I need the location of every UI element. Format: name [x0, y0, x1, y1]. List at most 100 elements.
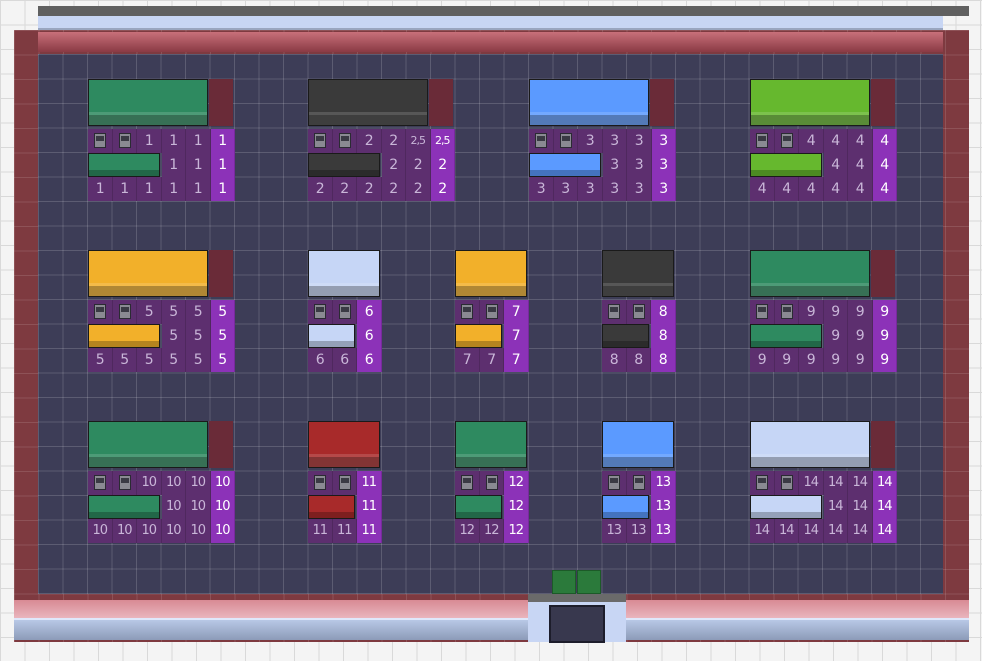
desk-board[interactable] [308, 324, 355, 348]
whiteboard[interactable] [308, 79, 428, 126]
tile-label[interactable]: 11 [357, 495, 382, 519]
tile-label[interactable]: 9 [774, 348, 799, 372]
tile-label[interactable]: 5 [161, 324, 186, 348]
tile-label[interactable]: 5 [137, 300, 162, 324]
tile-label[interactable]: 3 [627, 177, 652, 201]
tile-label[interactable]: 3 [578, 177, 603, 201]
tile-label[interactable]: 1 [137, 177, 162, 201]
tile-label[interactable]: 4 [848, 129, 873, 153]
tile-label[interactable]: 14 [823, 519, 848, 543]
tile-label[interactable]: 7 [479, 348, 504, 372]
tile-label[interactable]: 1 [161, 153, 186, 177]
tile-label[interactable]: 2 [406, 177, 431, 201]
tile-label[interactable]: 14 [848, 519, 873, 543]
tile-label[interactable]: 2 [308, 177, 333, 201]
desk-board[interactable] [750, 324, 822, 348]
tile-label[interactable]: 5 [186, 348, 211, 372]
tile-label[interactable]: 12 [479, 519, 504, 543]
door-mat-tile[interactable] [577, 570, 601, 594]
tile-label[interactable]: 14 [774, 519, 799, 543]
tile-label[interactable]: 11 [308, 519, 333, 543]
tile-label[interactable]: 5 [210, 324, 235, 348]
tile-label[interactable]: 10 [161, 471, 186, 495]
whiteboard[interactable] [602, 421, 674, 468]
chair-icon[interactable] [479, 300, 504, 324]
tile-label[interactable]: 2,5 [430, 129, 455, 153]
tile-label[interactable]: 2 [381, 153, 406, 177]
tile-label[interactable]: 7 [455, 348, 480, 372]
tile-label[interactable]: 4 [823, 153, 848, 177]
tile-label[interactable]: 3 [602, 177, 627, 201]
chair-icon[interactable] [774, 129, 799, 153]
tile-label[interactable]: 11 [357, 519, 382, 543]
tile-label[interactable]: 14 [823, 471, 848, 495]
tile-label[interactable]: 3 [651, 153, 676, 177]
tile-label[interactable]: 2 [381, 129, 406, 153]
tile-label[interactable]: 1 [210, 177, 235, 201]
tile-label[interactable]: 10 [88, 519, 113, 543]
tile-label[interactable]: 4 [872, 177, 897, 201]
tile-label[interactable]: 14 [799, 519, 824, 543]
tile-label[interactable]: 9 [872, 300, 897, 324]
tile-label[interactable]: 6 [357, 324, 382, 348]
tile-label[interactable]: 10 [186, 519, 211, 543]
tile-label[interactable]: 2 [332, 177, 357, 201]
desk-board[interactable] [455, 324, 502, 348]
tile-label[interactable]: 13 [626, 519, 651, 543]
desk-board[interactable] [455, 495, 502, 519]
tile-label[interactable]: 9 [823, 348, 848, 372]
tile-label[interactable]: 2 [406, 153, 431, 177]
tile-label[interactable]: 6 [357, 348, 382, 372]
tile-label[interactable]: 2 [430, 153, 455, 177]
tile-label[interactable]: 1 [161, 177, 186, 201]
tile-label[interactable]: 10 [210, 519, 235, 543]
tile-label[interactable]: 9 [872, 324, 897, 348]
chair-icon[interactable] [112, 300, 137, 324]
tile-label[interactable]: 10 [112, 519, 137, 543]
tile-label[interactable]: 1 [137, 129, 162, 153]
tile-label[interactable]: 3 [578, 129, 603, 153]
tile-label[interactable]: 11 [332, 519, 357, 543]
tile-label[interactable]: 3 [553, 177, 578, 201]
tile-label[interactable]: 5 [88, 348, 113, 372]
tile-label[interactable]: 4 [872, 153, 897, 177]
tile-label[interactable]: 9 [848, 324, 873, 348]
desk-board[interactable] [602, 495, 649, 519]
tile-label[interactable]: 5 [112, 348, 137, 372]
tile-label[interactable]: 6 [357, 300, 382, 324]
tile-label[interactable]: 14 [823, 495, 848, 519]
tile-label[interactable]: 5 [186, 324, 211, 348]
tile-label[interactable]: 4 [799, 177, 824, 201]
tile-label[interactable]: 4 [750, 177, 775, 201]
tile-label[interactable]: 8 [626, 348, 651, 372]
tile-label[interactable]: 14 [750, 519, 775, 543]
whiteboard[interactable] [88, 421, 208, 468]
tile-label[interactable]: 2 [381, 177, 406, 201]
chair-icon[interactable] [602, 300, 627, 324]
whiteboard[interactable] [455, 421, 527, 468]
tile-label[interactable]: 14 [799, 471, 824, 495]
chair-icon[interactable] [332, 129, 357, 153]
tile-label[interactable]: 10 [186, 495, 211, 519]
tile-label[interactable]: 14 [848, 495, 873, 519]
tile-label[interactable]: 6 [332, 348, 357, 372]
chair-icon[interactable] [750, 471, 775, 495]
tile-label[interactable]: 5 [161, 348, 186, 372]
door-mat-tile[interactable] [552, 570, 576, 594]
tile-label[interactable]: 1 [186, 129, 211, 153]
chair-icon[interactable] [455, 300, 480, 324]
whiteboard[interactable] [88, 250, 208, 297]
tile-label[interactable]: 3 [651, 177, 676, 201]
tile-label[interactable]: 11 [357, 471, 382, 495]
tile-label[interactable]: 9 [872, 348, 897, 372]
whiteboard[interactable] [308, 421, 380, 468]
tile-label[interactable]: 1 [161, 129, 186, 153]
tile-label[interactable]: 7 [504, 348, 529, 372]
tile-label[interactable]: 9 [848, 348, 873, 372]
tile-label[interactable]: 10 [137, 471, 162, 495]
chair-icon[interactable] [626, 471, 651, 495]
tile-label[interactable]: 2 [357, 177, 382, 201]
tile-label[interactable]: 14 [872, 519, 897, 543]
chair-icon[interactable] [88, 129, 113, 153]
chair-icon[interactable] [308, 300, 333, 324]
